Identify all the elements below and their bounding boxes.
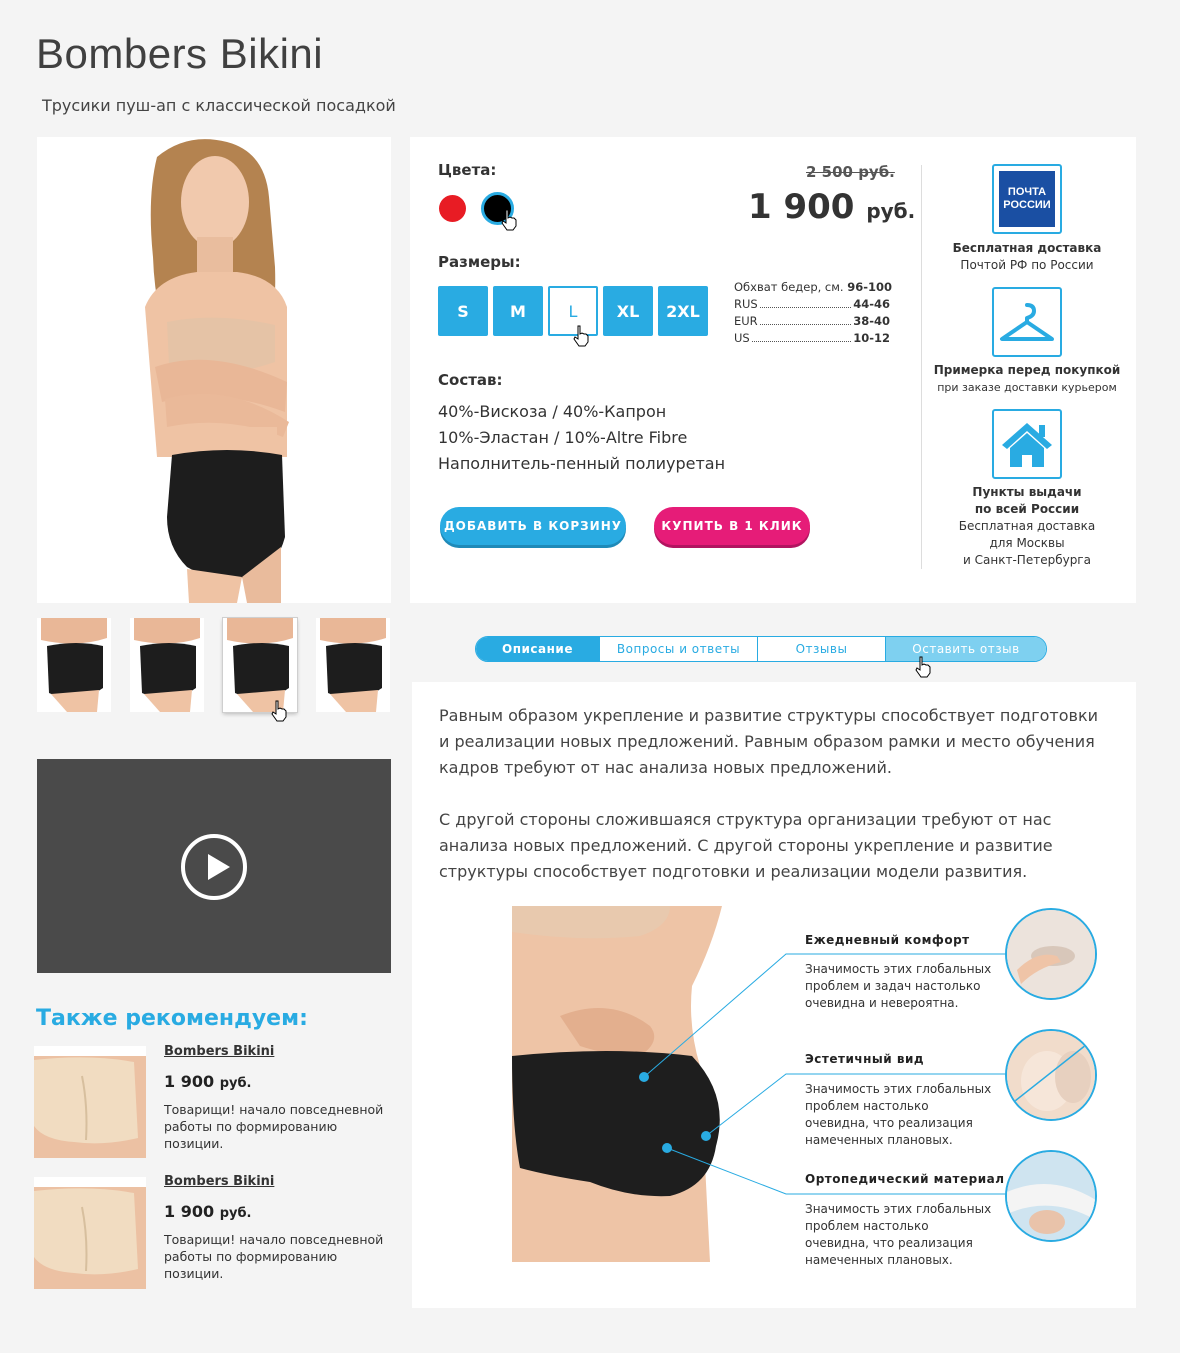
size-row: Обхват бедер, см. 96-100 [734,280,893,294]
recommend-text-2: Товарищи! начало повседневной работы по … [164,1232,384,1281]
service-text: Почтой РФ по России [960,258,1094,272]
composition-line: 10%-Эластан / 10%-Altre Fibre [438,428,688,447]
page-title: Bombers Bikini [36,30,324,77]
russian-post-icon: ПОЧТА РОССИИ [992,164,1062,234]
composition-label: Состав: [438,371,503,389]
hanger-icon [992,287,1062,357]
recommend-image-2[interactable] [34,1177,146,1289]
feature-title: Ортопедический материал [805,1172,1005,1186]
size-button-s[interactable]: S [438,286,488,336]
size-table: Обхват бедер, см. 96-100 RUS 44-46 EUR 38-… [734,279,893,347]
composition-line: 40%-Вискоза / 40%-Капрон [438,402,667,421]
size-row: RUS 44-46 [734,297,890,311]
house-icon [992,409,1062,479]
old-price: 2 500 руб. [806,163,895,181]
feature-text: Значимость этих глобальных проблем и зад… [805,962,992,1010]
thumbnail-4[interactable] [316,618,390,712]
size-button-xl[interactable]: XL [603,286,653,336]
composition-list: 40%-Вискоза / 40%-Капрон 10%-Эластан / 1… [438,399,725,477]
page-subtitle: Трусики пуш-ап с классической посадкой [42,96,396,115]
product-main-photo[interactable] [37,137,391,603]
recommend-name-1[interactable]: Bombers Bikini [164,1044,274,1059]
feature-title: Эстетичный вид [805,1052,925,1066]
size-button-m[interactable]: M [493,286,543,336]
hand-cursor-icon [573,325,589,347]
buy-card: Цвета: 2 500 руб. 1 900 руб. Размеры: S … [410,137,1136,603]
recommend-image-1[interactable] [34,1046,146,1158]
size-row: US 10-12 [734,331,890,345]
recommend-price-2: 1 900 руб. [164,1202,252,1221]
tab-questions[interactable]: Вопросы и ответы [600,637,758,661]
feature-text: Значимость этих глобальных проблем насто… [805,1082,992,1147]
recommend-title: Также рекомендуем: [36,1006,308,1031]
service-title: Бесплатная доставка [952,241,1102,255]
add-to-cart-button[interactable]: ДОБАВИТЬ В КОРЗИНУ [440,507,626,545]
feature-image-material [1005,1150,1097,1242]
service-text: при заказе доставки курьером [937,381,1117,394]
price: 1 900 руб. [748,187,916,227]
sizes-label: Размеры: [438,253,521,271]
size-row: EUR 38-40 [734,314,890,328]
hand-cursor-icon [915,656,931,678]
recommend-price-1: 1 900 руб. [164,1072,252,1091]
feature-text: Значимость этих глобальных проблем насто… [805,1202,992,1267]
description-card: Равным образом укрепление и развитие стр… [412,682,1136,1308]
recommend-text-1: Товарищи! начало повседневной работы по … [164,1102,384,1151]
hand-cursor-icon [271,700,287,722]
tab-leave-review[interactable]: Оставить отзыв [886,637,1046,661]
hand-cursor-icon [501,209,517,231]
feature-title: Ежедневный комфорт [805,933,970,947]
thumbnail-1[interactable] [37,618,111,712]
service-title: Пункты выдачи по всей России [972,485,1082,516]
description-paragraph: С другой стороны сложившаяся структура о… [439,810,1053,881]
video-player[interactable] [37,759,391,973]
feature-image-comfort [1005,908,1097,1000]
tab-description[interactable]: Описание [476,637,600,661]
thumbnail-2[interactable] [130,618,204,712]
colors-label: Цвета: [438,161,497,179]
feature-image-aesthetic [1005,1029,1097,1121]
composition-line: Наполнитель-пенный полиуретан [438,454,726,473]
color-swatch-red[interactable] [439,195,466,222]
thumbnail-3[interactable] [223,618,297,712]
recommend-name-2[interactable]: Bombers Bikini [164,1174,274,1189]
size-button-2xl[interactable]: 2XL [658,286,708,336]
service-title: Примерка перед покупкой [933,363,1121,377]
play-icon[interactable] [181,834,247,900]
description-tabs: Описание Вопросы и ответы Отзывы Оставит… [475,636,1047,662]
service-text: Бесплатная доставка для Москвы и Санкт-Пет… [958,519,1096,567]
tab-reviews[interactable]: Отзывы [758,637,886,661]
buy-one-click-button[interactable]: КУПИТЬ В 1 КЛИК [654,507,810,545]
description-paragraph: Равным образом укрепление и развитие стр… [439,706,1099,777]
